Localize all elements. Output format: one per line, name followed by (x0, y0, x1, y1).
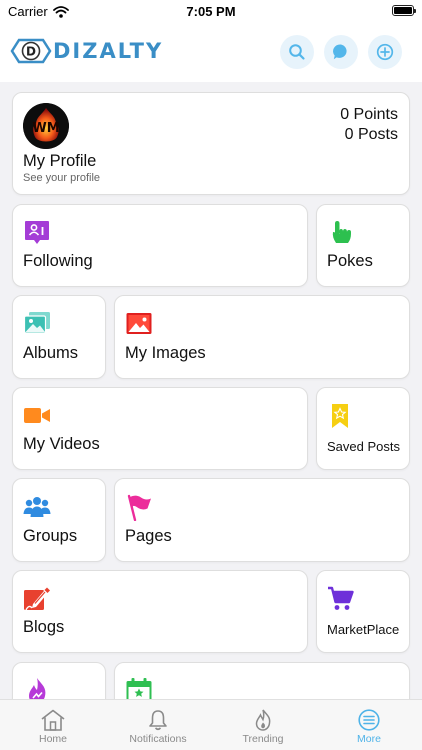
tab-notifications-label: Notifications (129, 733, 187, 745)
my-videos-label: My Videos (23, 435, 100, 453)
following-icon (25, 221, 49, 244)
app-screen: Carrier 7:05 PM D DIZALTY WM 0 Points 0 … (0, 0, 422, 750)
menu-item-albums[interactable]: Albums (12, 295, 106, 379)
groups-label: Groups (23, 527, 78, 545)
pokes-icon (332, 221, 351, 243)
blogs-label: Blogs (23, 618, 65, 636)
tab-more[interactable]: More (333, 700, 405, 750)
avatar-logo: WM (23, 103, 69, 149)
menu-item-marketplace[interactable]: MarketPlace (316, 570, 410, 653)
pages-icon (127, 494, 151, 521)
more-icon (358, 709, 380, 731)
menu-item-my-videos[interactable]: My Videos (12, 387, 308, 470)
search-icon (289, 44, 305, 60)
marketplace-icon (328, 586, 354, 610)
tab-bar: Home Notifications Trending More (0, 699, 422, 750)
battery-icon (392, 5, 416, 16)
trending-fire-icon (29, 678, 46, 699)
menu-item-saved-posts[interactable]: Saved Posts (316, 387, 410, 470)
saved-posts-label: Saved Posts (327, 439, 400, 454)
menu-item-pages[interactable]: Pages (114, 478, 410, 562)
chat-button[interactable] (324, 35, 358, 69)
status-time: 7:05 PM (186, 4, 236, 19)
tab-more-label: More (357, 733, 381, 745)
menu-item-my-images[interactable]: My Images (114, 295, 410, 379)
menu-item-blogs[interactable]: Blogs (12, 570, 308, 653)
avatar-initials: WM (32, 121, 59, 136)
blogs-icon (24, 587, 50, 611)
chat-icon (333, 44, 347, 60)
my-videos-icon (24, 408, 50, 423)
fire-icon (255, 709, 271, 731)
menu-item-events[interactable] (114, 662, 410, 699)
tab-home[interactable]: Home (17, 700, 89, 750)
albums-label: Albums (23, 344, 79, 362)
pokes-label: Pokes (327, 252, 373, 270)
marketplace-label: MarketPlace (327, 622, 400, 637)
albums-icon (23, 312, 50, 334)
svg-text:D: D (26, 45, 36, 59)
tab-home-label: Home (38, 733, 67, 745)
menu-item-pokes[interactable]: Pokes (316, 204, 410, 287)
search-button[interactable] (280, 35, 314, 69)
calendar-icon (126, 678, 152, 699)
tab-trending[interactable]: Trending (227, 700, 299, 750)
logo-hexagon-icon: D (10, 38, 52, 64)
tab-notifications[interactable]: Notifications (115, 700, 201, 750)
tab-trending-label: Trending (242, 733, 284, 745)
pages-label: Pages (125, 527, 172, 545)
groups-icon (23, 497, 51, 517)
profile-card[interactable]: WM 0 Points 0 Posts My Profile See your … (12, 92, 410, 195)
my-images-icon (126, 313, 152, 334)
following-label: Following (23, 252, 93, 270)
add-button[interactable] (368, 35, 402, 69)
app-header: D DIZALTY (0, 24, 422, 82)
saved-posts-icon (332, 404, 348, 428)
points-count: 0 Points (340, 106, 398, 123)
menu-item-following[interactable]: Following (12, 204, 308, 287)
logo-text: DIZALTY (53, 39, 164, 63)
home-icon (41, 709, 65, 731)
my-images-label: My Images (125, 344, 206, 362)
bell-icon (149, 710, 167, 731)
status-bar: Carrier 7:05 PM (0, 0, 422, 24)
menu-item-trending[interactable] (12, 662, 106, 699)
menu-item-groups[interactable]: Groups (12, 478, 106, 562)
app-logo[interactable]: D DIZALTY (10, 38, 163, 64)
add-icon (376, 43, 394, 61)
avatar: WM (23, 103, 69, 149)
profile-name: My Profile (23, 152, 97, 170)
profile-subtitle: See your profile (23, 172, 101, 184)
menu-grid: WM 0 Points 0 Posts My Profile See your … (0, 82, 422, 699)
posts-count: 0 Posts (344, 126, 398, 143)
